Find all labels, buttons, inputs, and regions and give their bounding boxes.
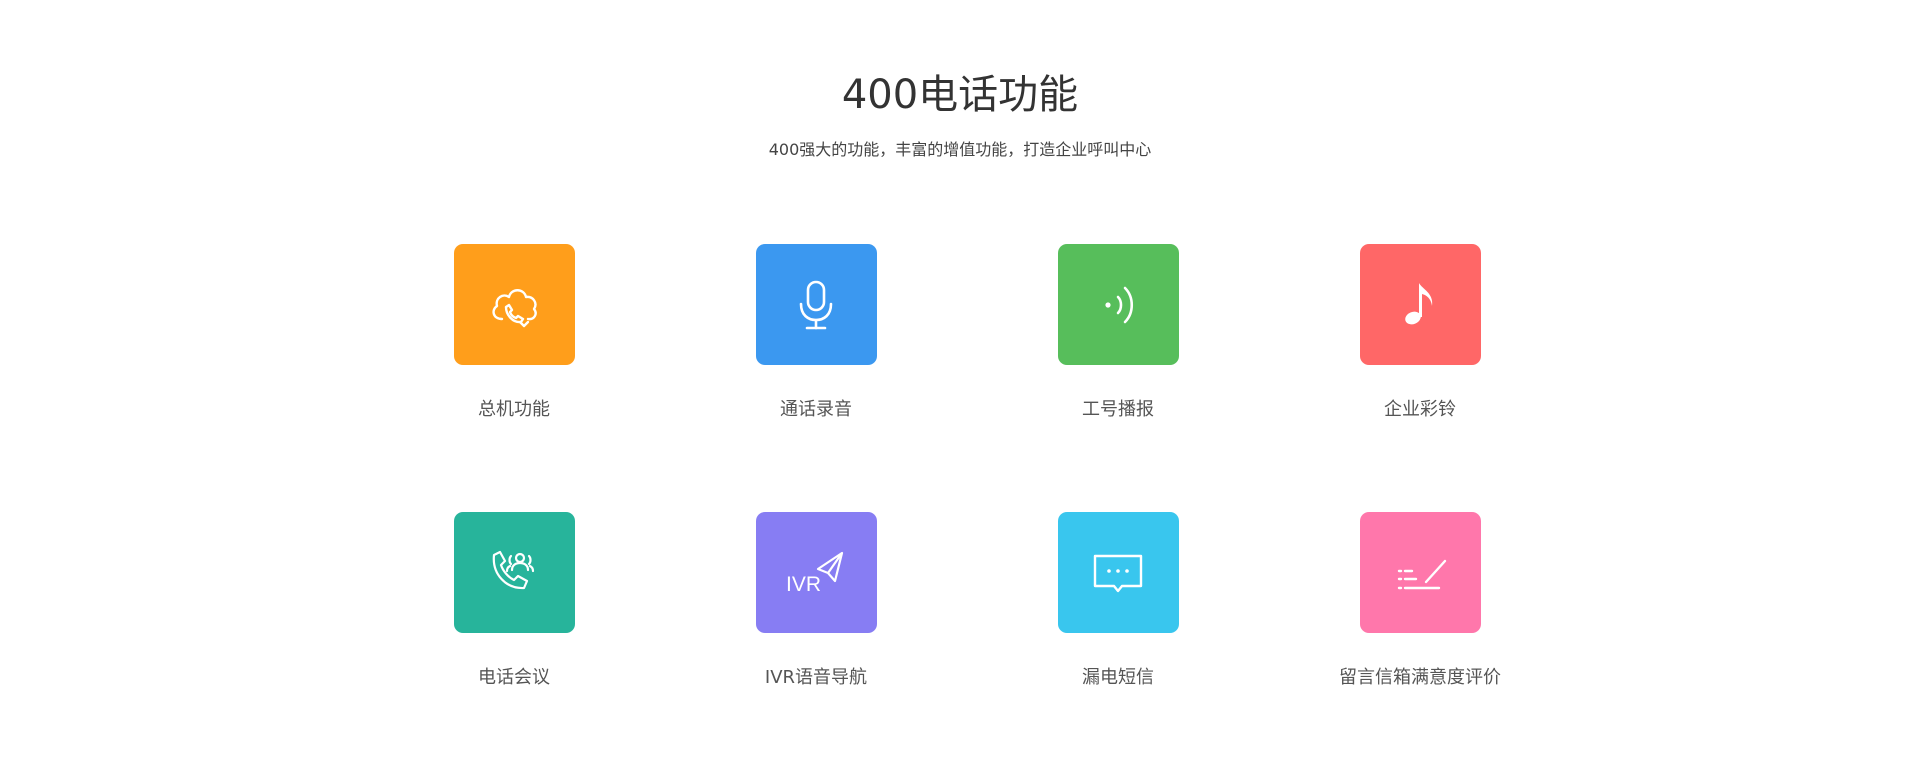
page-title: 400电话功能 (841, 72, 1079, 118)
feature-item-conference-call[interactable]: 电话会议 (363, 512, 665, 780)
phone-conference-icon (492, 550, 535, 589)
feature-label: 留言信箱满意度评价 (1339, 667, 1501, 688)
feature-grid: 总机功能 通话录音 工号播报 企业彩铃 电话会议 IVR IVR语音导航 漏电短… (363, 244, 1573, 780)
feature-tile[interactable] (1057, 244, 1179, 365)
feature-item-switchboard[interactable]: 总机功能 (363, 244, 665, 512)
feature-label: 企业彩铃 (1384, 399, 1456, 420)
feature-tile[interactable] (1057, 512, 1179, 633)
ivr-icon-text: IVR (786, 573, 821, 596)
features-section: 400电话功能 400强大的功能，丰富的增值功能，打造企业呼叫中心 总机功能 通… (0, 0, 1920, 780)
feature-label: IVR语音导航 (764, 667, 868, 688)
feature-item-ringback-tone[interactable]: 企业彩铃 (1269, 244, 1571, 512)
feature-tile[interactable] (453, 244, 575, 365)
feature-tile[interactable] (453, 512, 575, 633)
feature-tile[interactable] (1359, 512, 1481, 633)
feature-item-missed-call-sms[interactable]: 漏电短信 (967, 512, 1269, 780)
microphone-icon (799, 280, 833, 329)
cloud-phone-icon (492, 288, 537, 327)
ivr-navigation-icon: IVR (786, 551, 844, 596)
feature-label: 电话会议 (478, 667, 550, 688)
feature-item-agent-announce[interactable]: 工号播报 (967, 244, 1269, 512)
page-subtitle: 400强大的功能，丰富的增值功能，打造企业呼叫中心 (768, 140, 1152, 159)
feature-label: 总机功能 (478, 399, 550, 420)
feature-label: 漏电短信 (1082, 667, 1154, 688)
feature-item-call-recording[interactable]: 通话录音 (665, 244, 967, 512)
feature-label: 通话录音 (780, 399, 852, 420)
feature-label: 工号播报 (1082, 399, 1154, 420)
feature-item-ivr-navigation[interactable]: IVR IVR语音导航 (665, 512, 967, 780)
message-bubble-icon (1093, 554, 1143, 592)
feature-tile[interactable] (755, 244, 877, 365)
broadcast-icon (1105, 286, 1134, 323)
rating-list-icon (1397, 559, 1447, 589)
feature-tile[interactable] (1359, 244, 1481, 365)
feature-item-voicemail-rating[interactable]: 留言信箱满意度评价 (1269, 512, 1571, 780)
feature-tile[interactable]: IVR (755, 512, 877, 633)
music-note-icon (1405, 282, 1433, 324)
